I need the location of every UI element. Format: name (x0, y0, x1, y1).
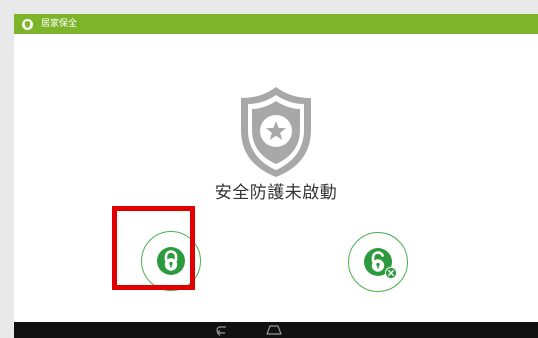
shield-icon (22, 18, 33, 30)
title-bar: 居家保全 (14, 14, 538, 34)
unlock-button[interactable] (348, 232, 408, 292)
app-window: 居家保全 安全防護未啟動 (14, 14, 538, 322)
home-icon[interactable] (266, 325, 282, 335)
shield-star-icon (241, 87, 311, 177)
lock-button-inner (157, 247, 185, 275)
status-text: 安全防護未啟動 (214, 183, 338, 203)
lock-button[interactable] (141, 231, 201, 291)
back-icon[interactable] (214, 324, 230, 336)
unlock-button-inner (364, 248, 397, 279)
app-title: 居家保全 (41, 19, 78, 29)
nav-bar (14, 322, 538, 338)
cancel-badge-icon (385, 267, 397, 279)
lock-icon (164, 250, 178, 271)
